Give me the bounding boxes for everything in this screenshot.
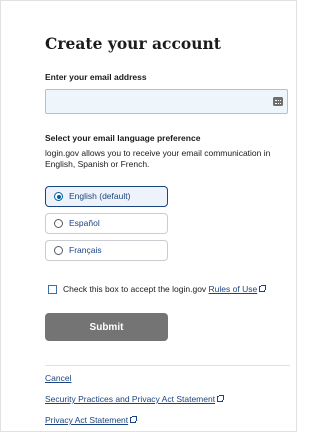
radio-empty-icon[interactable] (54, 219, 63, 228)
radio-espanol[interactable]: Español (45, 213, 168, 234)
email-label: Enter your email address (45, 72, 147, 82)
radio-selected-icon[interactable] (54, 192, 63, 201)
radio-english[interactable]: English (default) (45, 186, 168, 207)
external-link-icon (130, 416, 138, 423)
external-link-icon (217, 395, 225, 402)
external-link-icon (259, 285, 267, 292)
security-practices-link[interactable]: Security Practices and Privacy Act State… (45, 394, 225, 404)
language-description: login.gov allows you to receive your ema… (45, 148, 271, 169)
radio-label-francais: Français (69, 245, 102, 255)
keyboard-icon (273, 97, 283, 106)
terms-checkbox[interactable] (48, 285, 57, 294)
rules-of-use-link-label: Rules of Use (208, 284, 258, 294)
submit-button[interactable]: Submit (45, 313, 168, 341)
radio-label-english: English (default) (69, 191, 131, 201)
terms-checkbox-row[interactable]: Check this box to accept the login.gov R… (48, 284, 293, 298)
rules-of-use-link[interactable]: Rules of Use (208, 284, 267, 294)
email-input[interactable] (46, 90, 271, 113)
terms-label: Check this box to accept the login.gov R… (63, 284, 267, 294)
radio-empty-icon[interactable] (54, 246, 63, 255)
footer-divider (45, 365, 290, 366)
terms-text: Check this box to accept the login.gov (63, 284, 207, 294)
radio-label-espanol: Español (69, 218, 100, 228)
radio-francais[interactable]: Français (45, 240, 168, 261)
privacy-act-link[interactable]: Privacy Act Statement (45, 415, 138, 425)
page-title: Create your account (45, 34, 221, 53)
cancel-link-label: Cancel (45, 373, 72, 383)
privacy-act-link-label: Privacy Act Statement (45, 415, 129, 425)
language-heading: Select your email language preference (45, 133, 201, 143)
email-field[interactable] (45, 89, 288, 114)
cancel-link[interactable]: Cancel (45, 373, 71, 383)
security-practices-link-label: Security Practices and Privacy Act State… (45, 394, 216, 404)
